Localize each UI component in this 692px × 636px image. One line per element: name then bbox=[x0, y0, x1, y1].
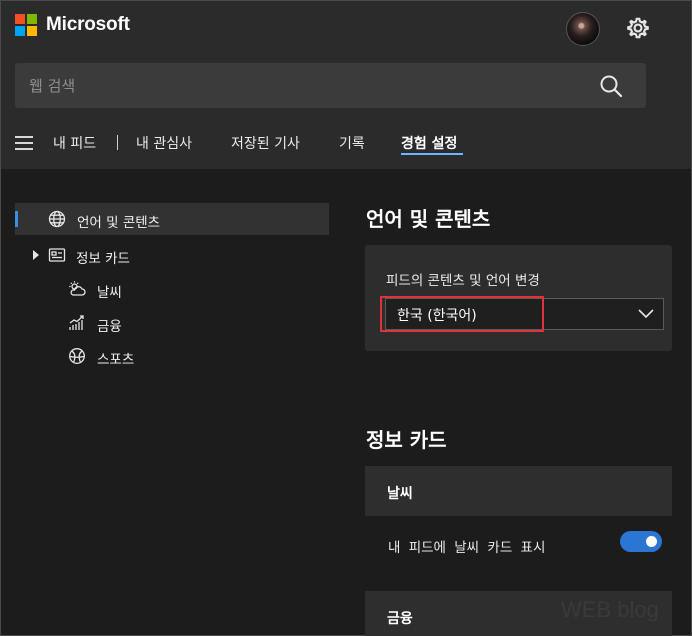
weather-toggle[interactable] bbox=[620, 531, 662, 552]
search-input[interactable] bbox=[29, 75, 549, 97]
sidebar-item-finance[interactable]: 금융 bbox=[15, 307, 329, 339]
toggle-knob bbox=[646, 536, 657, 547]
nav-experience-settings[interactable]: 경험 설정 bbox=[401, 133, 457, 153]
top-header: Microsoft 내 피드 내 관심사 저장된 기사 기록 경험 설정 bbox=[1, 1, 691, 169]
nav-active-underline bbox=[401, 153, 463, 155]
weather-toggle-label: 내 피드에 날씨 카드 표시 bbox=[388, 540, 546, 556]
sidebar-item-label: 스포츠 bbox=[97, 352, 135, 368]
top-nav: 내 피드 내 관심사 저장된 기사 기록 경험 설정 bbox=[1, 129, 691, 159]
finance-card-title: 금융 bbox=[387, 611, 413, 627]
nav-divider bbox=[117, 135, 118, 150]
brand-name: Microsoft bbox=[46, 14, 130, 35]
chevron-down-icon bbox=[638, 309, 654, 319]
watermark: WEB blog bbox=[561, 597, 659, 622]
sidebar-item-language-content[interactable]: 언어 및 콘텐츠 bbox=[15, 203, 329, 235]
globe-icon bbox=[48, 210, 66, 228]
gear-icon[interactable] bbox=[625, 15, 651, 41]
expand-caret-icon[interactable] bbox=[33, 250, 39, 260]
sidebar-item-label: 날씨 bbox=[97, 285, 122, 301]
avatar[interactable] bbox=[566, 12, 600, 46]
microsoft-logo[interactable]: Microsoft bbox=[15, 14, 130, 36]
sidebar-item-label: 정보 카드 bbox=[76, 251, 130, 267]
card-icon bbox=[48, 248, 66, 262]
info-cards-section-title: 정보 카드 bbox=[366, 428, 447, 452]
search-icon[interactable] bbox=[598, 73, 624, 99]
sidebar-item-sports[interactable]: 스포츠 bbox=[15, 340, 329, 372]
language-section-title: 언어 및 콘텐츠 bbox=[366, 207, 491, 231]
selection-indicator bbox=[15, 211, 18, 227]
sidebar-item-weather[interactable]: 날씨 bbox=[15, 273, 329, 305]
sidebar-item-info-cards[interactable]: 정보 카드 bbox=[15, 239, 329, 271]
nav-history[interactable]: 기록 bbox=[339, 133, 365, 153]
search-bar bbox=[15, 63, 646, 108]
hamburger-menu-icon[interactable] bbox=[15, 136, 33, 150]
weather-card-header: 날씨 bbox=[365, 466, 672, 516]
sports-icon bbox=[69, 348, 85, 364]
language-field-label: 피드의 콘텐츠 및 언어 변경 bbox=[386, 273, 540, 289]
finance-icon bbox=[69, 315, 84, 330]
nav-saved-articles[interactable]: 저장된 기사 bbox=[231, 133, 300, 153]
sidebar-item-label: 언어 및 콘텐츠 bbox=[77, 215, 161, 231]
nav-my-feed[interactable]: 내 피드 bbox=[53, 133, 96, 153]
weather-icon bbox=[69, 281, 86, 296]
microsoft-logo-icon bbox=[15, 14, 37, 36]
highlight-annotation bbox=[380, 296, 544, 332]
weather-card-title: 날씨 bbox=[387, 486, 413, 502]
nav-my-interests[interactable]: 내 관심사 bbox=[136, 133, 192, 153]
sidebar-item-label: 금융 bbox=[97, 319, 122, 335]
